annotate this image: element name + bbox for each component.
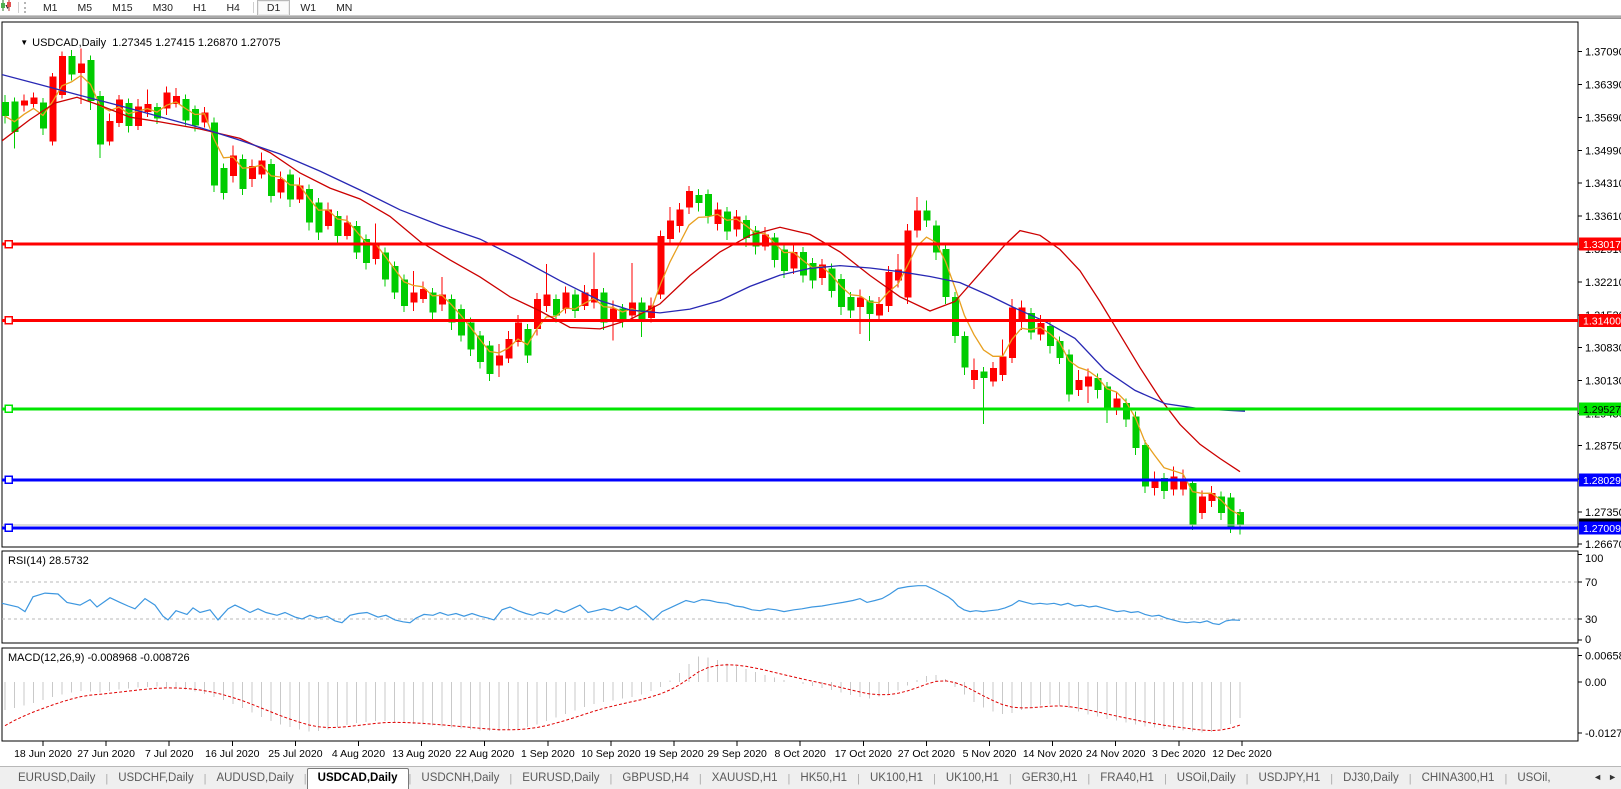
svg-text:19 Sep 2020: 19 Sep 2020 [644, 748, 704, 760]
svg-text:30: 30 [1585, 614, 1597, 626]
svg-text:14 Nov 2020: 14 Nov 2020 [1023, 748, 1083, 760]
svg-text:0.00: 0.00 [1585, 677, 1606, 689]
rsi-pane[interactable] [1, 550, 1579, 644]
chart-tab-UK100-H1[interactable]: UK100,H1 [860, 769, 933, 789]
svg-text:0.006582: 0.006582 [1585, 651, 1621, 663]
chart-tab-USOil-Daily[interactable]: USOil,Daily [1167, 769, 1246, 789]
svg-text:1.28750: 1.28750 [1585, 441, 1621, 453]
svg-text:1.27350: 1.27350 [1585, 507, 1621, 519]
ohlc-values: 1.27345 1.27415 1.26870 1.27075 [112, 37, 281, 49]
chart-tab-XAUUSD-H1[interactable]: XAUUSD,H1 [702, 769, 788, 789]
svg-text:1.34310: 1.34310 [1585, 178, 1621, 190]
chart-tab-EURUSD-Daily[interactable]: EURUSD,Daily [512, 769, 609, 789]
mt4-window: ▼ M1 M5 M15 M30 H1 H4 D1 W1 MN 1.37090 1.36390 1.3… [0, 0, 1621, 789]
hline-handle-1.29527[interactable] [4, 404, 13, 414]
svg-text:22 Aug 2020: 22 Aug 2020 [455, 748, 514, 760]
chart-tab-GER30-H1[interactable]: GER30,H1 [1012, 769, 1088, 789]
svg-text:1.34990: 1.34990 [1585, 146, 1621, 158]
chart-tab-GBPUSD-H4[interactable]: GBPUSD,H4 [612, 769, 698, 789]
svg-text:1.36390: 1.36390 [1585, 80, 1621, 92]
svg-text:1.29527: 1.29527 [1583, 404, 1621, 416]
svg-text:10 Sep 2020: 10 Sep 2020 [581, 748, 641, 760]
svg-text:1 Sep 2020: 1 Sep 2020 [521, 748, 575, 760]
chart-tab-USDJPY-H1[interactable]: USDJPY,H1 [1248, 769, 1330, 789]
tab-scroll-buttons: ◄ ► [1593, 772, 1617, 782]
svg-text:70: 70 [1585, 577, 1597, 589]
price-tag-1.27009: 1.27009 [1579, 521, 1621, 535]
chart-title: ▼ USDCAD,Daily 1.27345 1.27415 1.26870 1.… [8, 25, 280, 61]
tab-scroll-left-icon[interactable]: ◄ [1593, 772, 1602, 782]
chart-canvas[interactable]: 1.37090 1.36390 1.35690 1.34990 1.34310 1.336… [0, 0, 1621, 762]
svg-text:18 Jun 2020: 18 Jun 2020 [14, 748, 72, 760]
chart-tab-AUDUSD-Daily[interactable]: AUDUSD,Daily [206, 769, 303, 789]
chart-tab-USDCAD-Daily[interactable]: USDCAD,Daily [306, 768, 409, 789]
macd-pane[interactable] [1, 647, 1579, 742]
main-pane[interactable] [1, 21, 1579, 548]
svg-text:0: 0 [1585, 634, 1591, 646]
chart-tab-DJ30-Daily[interactable]: DJ30,Daily [1333, 769, 1409, 789]
svg-text:7 Jul 2020: 7 Jul 2020 [145, 748, 194, 760]
svg-text:25 Jul 2020: 25 Jul 2020 [268, 748, 322, 760]
date-axis: 18 Jun 2020 27 Jun 2020 7 Jul 2020 16 Jul 2… [14, 741, 1272, 760]
svg-text:-0.012758: -0.012758 [1585, 728, 1621, 740]
svg-text:5 Nov 2020: 5 Nov 2020 [963, 748, 1017, 760]
symbol-period-label: USDCAD,Daily [32, 37, 107, 49]
svg-text:1.35690: 1.35690 [1585, 113, 1621, 125]
chart-tab-EURUSD-Daily[interactable]: EURUSD,Daily [8, 769, 105, 789]
svg-text:100: 100 [1585, 553, 1603, 565]
svg-text:1.30130: 1.30130 [1585, 375, 1621, 387]
svg-text:24 Nov 2020: 24 Nov 2020 [1086, 748, 1146, 760]
svg-text:29 Sep 2020: 29 Sep 2020 [707, 748, 767, 760]
tab-scroll-right-icon[interactable]: ► [1608, 772, 1617, 782]
svg-text:4 Aug 2020: 4 Aug 2020 [332, 748, 385, 760]
svg-text:12 Dec 2020: 12 Dec 2020 [1212, 748, 1272, 760]
chart-tab-CHINA300-H1[interactable]: CHINA300,H1 [1412, 769, 1505, 789]
chart-tab-UK100-H1[interactable]: UK100,H1 [936, 769, 1009, 789]
symbol-tab-bar: EURUSD,Daily | USDCHF,Daily | AUDUSD,Daily | U… [0, 766, 1621, 789]
svg-text:1.30830: 1.30830 [1585, 342, 1621, 354]
svg-text:17 Oct 2020: 17 Oct 2020 [835, 748, 892, 760]
svg-text:3 Dec 2020: 3 Dec 2020 [1152, 748, 1206, 760]
svg-text:1.28029: 1.28029 [1583, 475, 1621, 487]
price-tag-1.28029: 1.28029 [1579, 473, 1621, 487]
hline-handle-1.31400[interactable] [4, 316, 13, 325]
hline-handle-1.28029[interactable] [4, 475, 13, 485]
svg-text:1.33610: 1.33610 [1585, 211, 1621, 223]
chart-tab-USOil[interactable]: USOil, [1507, 769, 1560, 789]
chart-tab-FRA40-H1[interactable]: FRA40,H1 [1090, 769, 1164, 789]
chart-tab-USDCHF-Daily[interactable]: USDCHF,Daily [108, 769, 203, 789]
svg-text:1.32210: 1.32210 [1585, 277, 1621, 289]
collapse-caret[interactable]: ▼ [20, 38, 28, 47]
svg-text:27 Jun 2020: 27 Jun 2020 [77, 748, 135, 760]
svg-text:1.31400: 1.31400 [1583, 315, 1621, 327]
svg-text:1.37090: 1.37090 [1585, 46, 1621, 58]
svg-text:16 Jul 2020: 16 Jul 2020 [205, 748, 259, 760]
svg-text:1.33017: 1.33017 [1583, 239, 1621, 251]
chart-tab-HK50-H1[interactable]: HK50,H1 [790, 769, 857, 789]
price-tag-1.33017: 1.33017 [1579, 237, 1621, 251]
svg-text:1.26670: 1.26670 [1585, 539, 1621, 551]
rsi-label: RSI(14) 28.5732 [8, 555, 89, 567]
chart-tab-USDCNH-Daily[interactable]: USDCNH,Daily [411, 769, 509, 789]
price-tag-1.29527: 1.29527 [1579, 402, 1621, 416]
price-tag-1.31400: 1.31400 [1579, 313, 1621, 327]
hline-handle-1.27009[interactable] [4, 523, 13, 533]
hline-handle-1.33017[interactable] [4, 239, 13, 249]
svg-text:27 Oct 2020: 27 Oct 2020 [898, 748, 955, 760]
svg-text:13 Aug 2020: 13 Aug 2020 [392, 748, 451, 760]
macd-label: MACD(12,26,9) -0.008968 -0.008726 [8, 652, 190, 664]
svg-text:8 Oct 2020: 8 Oct 2020 [775, 748, 827, 760]
svg-text:1.27009: 1.27009 [1583, 523, 1621, 535]
